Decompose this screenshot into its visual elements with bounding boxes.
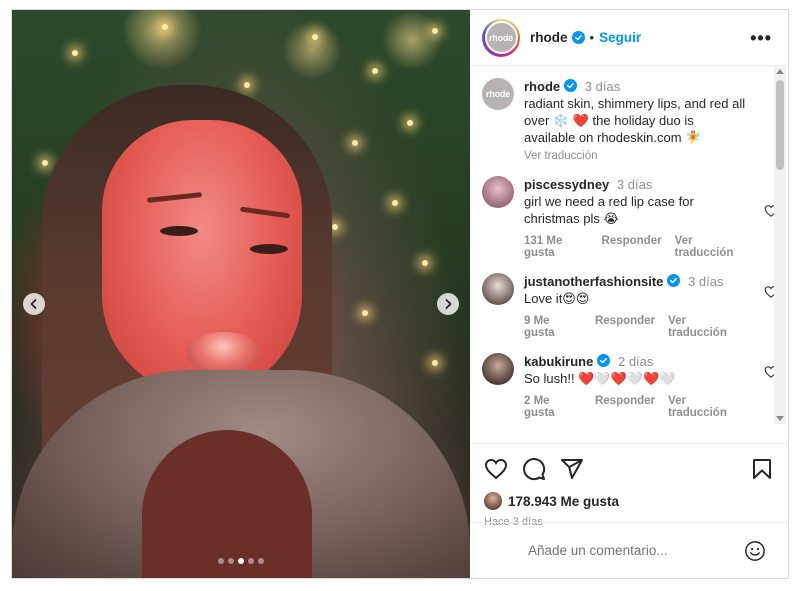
like-heart-icon[interactable] [484,457,508,481]
comment-content: Love it😍😍 [524,291,590,306]
comment-likes[interactable]: 9 Me gusta [524,315,582,339]
comments-list[interactable]: rhode rhode 3 días radiant skin, shimmer… [470,66,788,443]
carousel-next-button[interactable] [437,293,459,315]
bookmark-icon[interactable] [750,457,774,481]
comment-likes[interactable]: 2 Me gusta [524,395,582,419]
follow-button[interactable]: Seguir [599,30,641,45]
comment-item: justanotherfashionsite 3 días Love it😍😍 … [482,273,778,339]
carousel-prev-button[interactable] [23,293,45,315]
avatar: rhode [484,21,518,54]
carousel-dot-active [238,558,244,564]
comment-username[interactable]: kabukirune [524,354,593,369]
post-header: rhode rhode • Seguir ••• [470,10,788,66]
carousel-dot [218,558,224,564]
caption-time: 3 días [584,79,621,94]
comments-scrollbar[interactable] [774,66,786,424]
liker-avatar [484,492,502,510]
verified-badge-icon [564,79,578,92]
scroll-down-arrow-icon[interactable] [776,416,784,421]
caption: rhode rhode 3 días radiant skin, shimmer… [482,78,768,162]
comment-item: kabukirune 2 días So lush!! ❤️🤍❤️🤍❤️🤍 2 … [482,353,778,419]
carousel-dot [248,558,254,564]
comment-likes[interactable]: 131 Me gusta [524,235,589,259]
carousel-dot [228,558,234,564]
caption-meta: Ver traducción [524,150,746,162]
comment-username[interactable]: piscessydney [524,177,609,192]
comment-text: justanotherfashionsite 3 días Love it😍😍 [524,273,746,307]
eye-left [160,226,198,236]
comment-username[interactable]: justanotherfashionsite [524,274,663,289]
comment-meta: 2 Me gusta Responder Ver traducción [524,395,746,419]
see-translation-link[interactable]: Ver traducción [668,395,746,419]
scroll-up-arrow-icon[interactable] [776,69,784,74]
chevron-left-icon [30,299,37,309]
comment-time: 2 días [617,354,654,369]
share-send-icon[interactable] [560,457,584,481]
chevron-right-icon [445,299,452,309]
add-comment-bar [470,522,788,578]
see-translation-link[interactable]: Ver traducción [675,235,746,259]
verified-badge-icon [597,354,611,367]
comment-body: justanotherfashionsite 3 días Love it😍😍 … [524,273,778,339]
action-icons [484,454,774,484]
comment-body: piscessydney 3 días girl we need a red l… [524,176,778,259]
see-translation-link[interactable]: Ver traducción [668,315,746,339]
caption-username[interactable]: rhode [524,79,560,94]
reply-button[interactable]: Responder [595,315,655,339]
caption-text: rhode 3 días radiant skin, shimmery lips… [524,78,746,146]
comment-item: piscessydney 3 días girl we need a red l… [482,176,778,259]
likes-row[interactable]: 178.943 Me gusta [484,492,774,510]
scrollbar-thumb[interactable] [776,80,784,170]
comment-bubble-icon[interactable] [522,457,546,481]
see-translation-link[interactable]: Ver traducción [524,150,598,162]
commenter-avatar[interactable] [482,273,514,305]
comment-text: kabukirune 2 días So lush!! ❤️🤍❤️🤍❤️🤍 [524,353,746,387]
emoji-picker-icon[interactable] [744,540,766,562]
comment-text: piscessydney 3 días girl we need a red l… [524,176,746,227]
comment-meta: 131 Me gusta Responder Ver traducción [524,235,746,259]
post-modal: rhode rhode • Seguir ••• rhode rhode 3 d… [11,9,789,579]
post-username[interactable]: rhode [530,30,568,45]
verified-badge-icon [571,31,585,44]
reply-button[interactable]: Responder [602,235,662,259]
post-media[interactable] [12,10,470,578]
comment-meta: 9 Me gusta Responder Ver traducción [524,315,746,339]
commenter-avatar[interactable] [482,353,514,385]
story-ring[interactable]: rhode [482,18,520,57]
comment-content: So lush!! ❤️🤍❤️🤍❤️🤍 [524,371,676,386]
lips-shape [187,332,259,374]
comment-time: 3 días [616,177,653,192]
comment-content: girl we need a red lip case for christma… [524,194,694,226]
comment-input[interactable] [528,543,744,558]
caption-line-2: the holiday duo is available on rhodeski… [524,113,694,145]
comment-time: 3 días [688,274,724,289]
heart-emoji: ❤️ [572,113,589,128]
reply-button[interactable]: Responder [595,395,655,419]
caption-body: rhode 3 días radiant skin, shimmery lips… [524,78,768,162]
eye-right [250,244,288,254]
commenter-avatar[interactable] [482,176,514,208]
separator-dot: • [589,30,595,45]
verified-badge-icon [667,274,681,287]
fairy-emoji: 🧚 [685,130,702,145]
likes-count[interactable]: 178.943 Me gusta [508,494,619,509]
caption-avatar[interactable]: rhode [482,78,514,110]
comment-body: kabukirune 2 días So lush!! ❤️🤍❤️🤍❤️🤍 2 … [524,353,778,419]
post-side-panel: rhode rhode • Seguir ••• rhode rhode 3 d… [470,10,788,578]
carousel-dot [258,558,264,564]
carousel-indicator [12,558,470,564]
more-options-icon[interactable]: ••• [750,29,772,47]
snowflake-emoji: ❄️ [552,113,570,128]
